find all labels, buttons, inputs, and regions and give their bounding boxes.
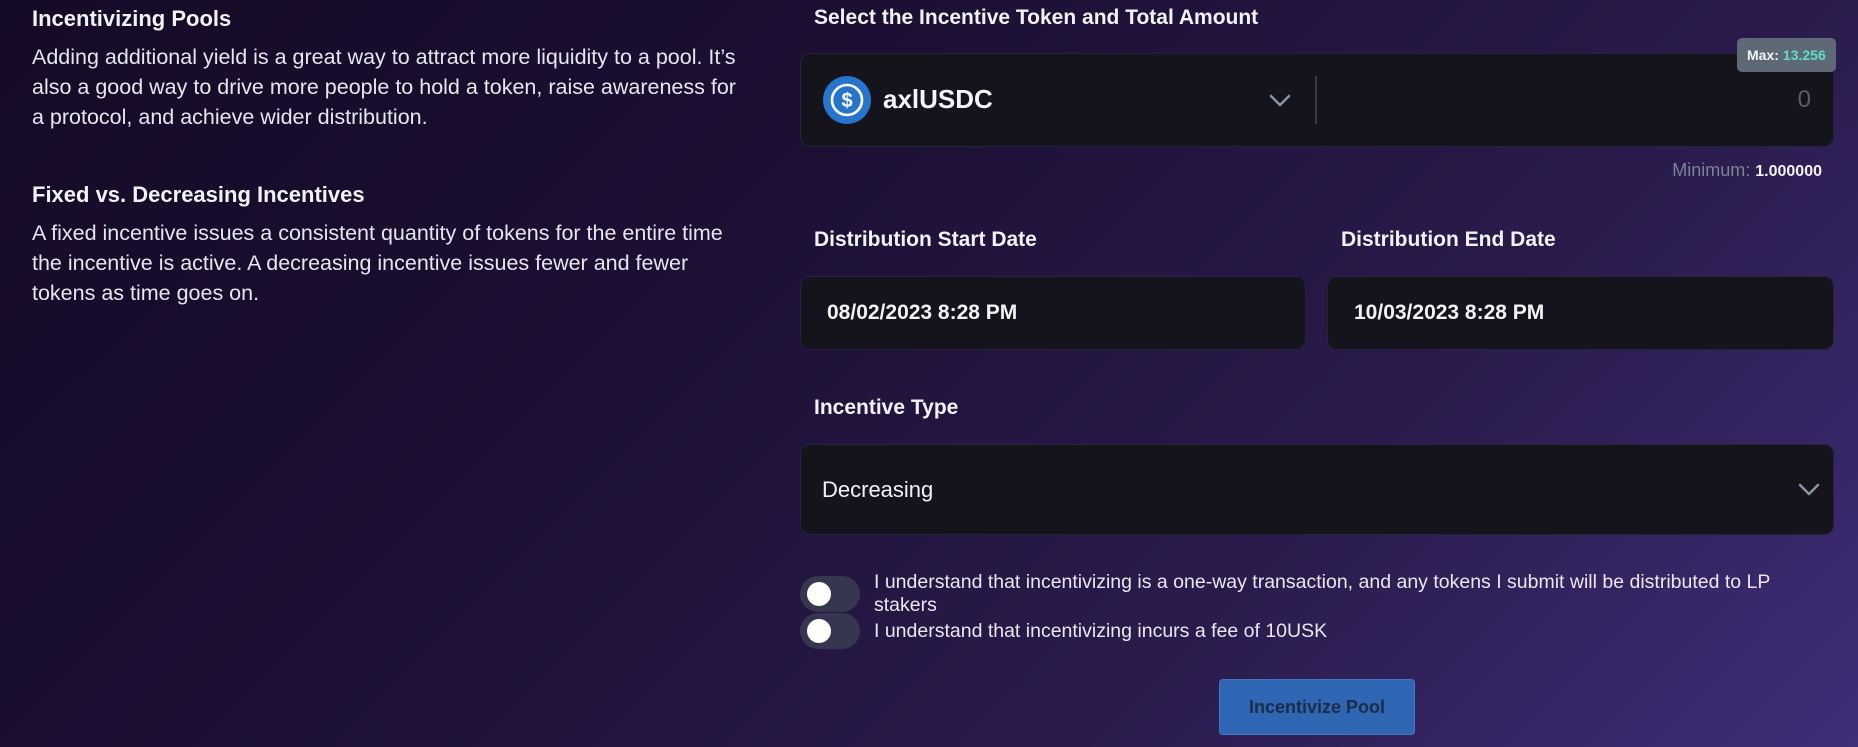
agreement-one-way-row: I understand that incentivizing is a one… <box>800 571 1834 617</box>
start-date-label: Distribution Start Date <box>814 228 1037 251</box>
info-panel: Incentivizing Pools Adding additional yi… <box>32 6 752 308</box>
svg-text:$: $ <box>841 90 852 112</box>
incentive-type-value: Decreasing <box>822 477 934 502</box>
minimum-label: Minimum: <box>1672 160 1751 180</box>
toggle-knob <box>807 582 831 606</box>
token-section-label: Select the Incentive Token and Total Amo… <box>814 6 1259 29</box>
usdc-token-icon: $ <box>823 76 871 124</box>
minimum-amount: Minimum: 1.000000 <box>1672 160 1822 181</box>
amount-input[interactable] <box>1331 78 1811 122</box>
fixed-vs-decreasing-title: Fixed vs. Decreasing Incentives <box>32 182 365 207</box>
start-date-value: 08/02/2023 8:28 PM <box>827 301 1018 324</box>
agreement-fee-text: I understand that incentivizing incurs a… <box>874 619 1328 642</box>
incentivize-pool-button[interactable]: Incentivize Pool <box>1219 679 1415 735</box>
incentivizing-text: Adding additional yield is a great way t… <box>32 45 736 129</box>
minimum-value: 1.000000 <box>1755 163 1822 180</box>
fixed-vs-decreasing-text: A fixed incentive issues a consistent qu… <box>32 221 723 305</box>
token-select-chevron-down-icon[interactable] <box>1269 94 1291 108</box>
start-date-field[interactable]: 08/02/2023 8:28 PM <box>800 276 1306 350</box>
toggle-knob <box>807 619 831 643</box>
incentive-type-select[interactable]: Decreasing <box>800 444 1834 535</box>
incentive-type-chevron-down-icon[interactable] <box>1798 483 1820 497</box>
end-date-label: Distribution End Date <box>1341 228 1556 251</box>
agreement-fee-row: I understand that incentivizing incurs a… <box>800 613 1327 649</box>
agreement-fee-toggle[interactable] <box>800 613 860 649</box>
agreement-one-way-toggle[interactable] <box>800 576 860 612</box>
agreement-one-way-text: I understand that incentivizing is a one… <box>874 571 1771 616</box>
token-amount-divider <box>1315 76 1317 124</box>
end-date-value: 10/03/2023 8:28 PM <box>1354 301 1545 324</box>
incentive-type-label: Incentive Type <box>814 396 959 419</box>
incentivizing-title: Incentivizing Pools <box>32 6 232 31</box>
max-amount-badge[interactable]: Max: 13.256 <box>1737 38 1836 72</box>
max-value: 13.256 <box>1782 47 1826 63</box>
max-label: Max: <box>1747 47 1779 63</box>
token-name[interactable]: axlUSDC <box>883 84 993 115</box>
end-date-field[interactable]: 10/03/2023 8:28 PM <box>1327 276 1834 350</box>
token-amount-panel: $ axlUSDC <box>800 53 1834 147</box>
